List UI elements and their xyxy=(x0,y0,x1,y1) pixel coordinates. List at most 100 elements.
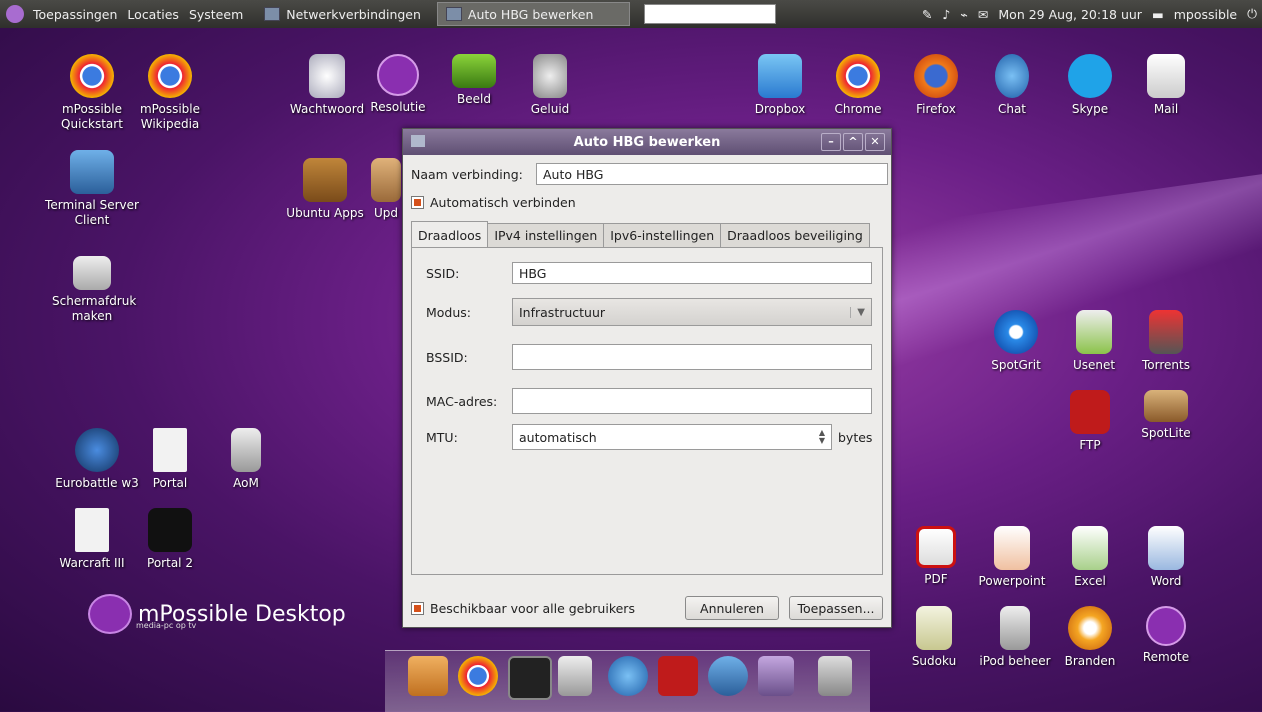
desktop-icon-word[interactable]: Word xyxy=(1126,526,1206,589)
word-icon xyxy=(1148,526,1184,570)
bssid-label: BSSID: xyxy=(426,349,468,365)
desktop-icon-chrome[interactable]: Chrome xyxy=(818,54,898,117)
icon-label: Powerpoint xyxy=(978,574,1046,588)
close-button[interactable]: ✕ xyxy=(865,133,885,151)
desktop-icon-dropbox[interactable]: Dropbox xyxy=(740,54,820,117)
desktop-icon-update[interactable]: Upd xyxy=(366,158,406,221)
powerpoint-icon xyxy=(994,526,1030,570)
power-icon[interactable]: ⏻ xyxy=(1247,6,1257,22)
bssid-input[interactable] xyxy=(512,344,872,370)
desktop-icon-screenshot[interactable]: Schermafdruk maken xyxy=(52,256,136,324)
mac-address-input[interactable] xyxy=(512,388,872,414)
ubuntu-logo-icon[interactable] xyxy=(6,5,24,23)
desktop-icon-remote[interactable]: Remote xyxy=(1126,606,1206,665)
desktop-icon-sudoku[interactable]: Sudoku xyxy=(894,606,974,669)
menu-system[interactable]: Systeem xyxy=(184,7,248,22)
desktop-icon-eurobattle[interactable]: Eurobattle w3 xyxy=(52,428,142,491)
desktop-icon-quickstart[interactable]: mPossible Quickstart xyxy=(52,54,132,132)
volume-icon[interactable]: ♪ xyxy=(942,7,950,22)
tab-wireless-security[interactable]: Draadloos beveiliging xyxy=(720,223,870,247)
dock-chrome-icon[interactable] xyxy=(458,656,498,696)
icon-label: PDF xyxy=(924,572,948,586)
connection-name-input[interactable]: Auto HBG xyxy=(536,163,888,185)
desktop-icon-portal2[interactable]: Portal 2 xyxy=(130,508,210,571)
all-users-row[interactable]: Beschikbaar voor alle gebruikers xyxy=(411,601,635,616)
all-users-checkbox[interactable] xyxy=(411,602,424,615)
desktop-icon-powerpoint[interactable]: Powerpoint xyxy=(968,526,1056,589)
tab-ipv6[interactable]: Ipv6-instellingen xyxy=(603,223,722,247)
desktop-icon-portal[interactable]: Portal xyxy=(130,428,210,491)
tab-ipv4[interactable]: IPv4 instellingen xyxy=(487,223,605,247)
desktop-icon-terminal-server[interactable]: Terminal Server Client xyxy=(42,150,142,228)
auto-connect-row[interactable]: Automatisch verbinden xyxy=(411,195,576,210)
maximize-button[interactable]: ^ xyxy=(843,133,863,151)
desktop-icon-torrents[interactable]: Torrents xyxy=(1126,310,1206,373)
dock-network-icon[interactable] xyxy=(758,656,794,696)
clean-icon[interactable]: ✎ xyxy=(922,7,932,22)
eurobattle-icon xyxy=(75,428,119,472)
desktop-icon-firefox[interactable]: Firefox xyxy=(896,54,976,117)
dock-ipod-icon[interactable] xyxy=(558,656,592,696)
chat-status-icon[interactable]: ▬ xyxy=(1152,7,1164,22)
firefox-icon xyxy=(914,54,958,98)
desktop-icon-excel[interactable]: Excel xyxy=(1050,526,1130,589)
desktop-icon-warcraft[interactable]: Warcraft III xyxy=(52,508,132,571)
icon-label: Warcraft III xyxy=(59,556,125,570)
apply-button[interactable]: Toepassen... xyxy=(789,596,883,620)
desktop-icon-skype[interactable]: Skype xyxy=(1050,54,1130,117)
desktop-icon-chat[interactable]: Chat xyxy=(972,54,1052,117)
dialog-titlebar[interactable]: Auto HBG bewerken – ^ ✕ xyxy=(403,129,891,155)
search-input[interactable] xyxy=(643,4,776,24)
desktop-icon-display[interactable]: Beeld xyxy=(434,54,514,107)
icon-label: Branden xyxy=(1064,654,1116,668)
desktop-icon-spotlite[interactable]: SpotLite xyxy=(1126,390,1206,441)
task-edit-auto-hbg[interactable]: Auto HBG bewerken xyxy=(436,2,630,26)
desktop-icon-burn[interactable]: Branden xyxy=(1050,606,1130,669)
minimize-button[interactable]: – xyxy=(821,133,841,151)
mac-label: MAC-adres: xyxy=(426,393,498,409)
desktop-icon-ubuntu-apps[interactable]: Ubuntu Apps xyxy=(280,158,370,221)
ipod-icon xyxy=(1000,606,1030,650)
cancel-button[interactable]: Annuleren xyxy=(685,596,779,620)
icon-label: SpotGrit xyxy=(991,358,1041,372)
icon-label: Chrome xyxy=(834,102,882,116)
desktop-icon-wikipedia[interactable]: mPossible Wikipedia xyxy=(130,54,210,132)
desktop-icon-ipod[interactable]: iPod beheer xyxy=(970,606,1060,669)
dock-chat-icon[interactable] xyxy=(608,656,648,696)
dock-monitor-icon[interactable] xyxy=(708,656,748,696)
sudoku-icon xyxy=(916,606,952,650)
ssid-input[interactable]: HBG xyxy=(512,262,872,284)
tab-wireless[interactable]: Draadloos xyxy=(411,221,489,248)
dock-anchor-icon[interactable] xyxy=(408,656,448,696)
network-icon xyxy=(411,135,425,147)
ssid-row: SSID: HBG xyxy=(426,262,872,284)
desktop-icon-sound[interactable]: Geluid xyxy=(510,54,590,117)
desktop-icon-usenet[interactable]: Usenet xyxy=(1054,310,1134,373)
aom-icon xyxy=(231,428,261,472)
menu-places[interactable]: Locaties xyxy=(122,7,184,22)
icon-label: Terminal Server Client xyxy=(45,198,139,227)
desktop-icon-mail[interactable]: Mail xyxy=(1126,54,1206,117)
mail-icon[interactable]: ✉ xyxy=(978,7,988,22)
task-network-connections[interactable]: Netwerkverbindingen xyxy=(256,3,429,25)
spinner-arrows-icon[interactable]: ▲ ▼ xyxy=(819,429,825,445)
dock-terminal-icon[interactable] xyxy=(508,656,552,700)
clock[interactable]: Mon 29 Aug, 20:18 uur xyxy=(998,7,1142,22)
user-name[interactable]: mpossible xyxy=(1174,7,1237,22)
auto-connect-checkbox[interactable] xyxy=(411,196,424,209)
menu-applications[interactable]: Toepassingen xyxy=(28,7,122,22)
desktop-icon-ftp[interactable]: FTP xyxy=(1050,390,1130,453)
desktop-icon-resolution[interactable]: Resolutie xyxy=(358,54,438,115)
icon-label: AoM xyxy=(233,476,259,490)
desktop-icon-pdf[interactable]: PDF xyxy=(896,526,976,587)
mode-select[interactable]: Infrastructuur ▼ xyxy=(512,298,872,326)
dock-trash-icon[interactable] xyxy=(818,656,852,696)
ubuntu-apps-icon xyxy=(303,158,347,202)
dock-filezilla-icon[interactable] xyxy=(658,656,698,696)
all-users-label: Beschikbaar voor alle gebruikers xyxy=(430,601,635,616)
wireless-icon[interactable]: ⌁ xyxy=(960,7,968,22)
desktop-icon-aom[interactable]: AoM xyxy=(206,428,286,491)
chrome-icon xyxy=(148,54,192,98)
desktop-icon-spotgrit[interactable]: SpotGrit xyxy=(976,310,1056,373)
mtu-spinbox[interactable]: automatisch ▲ ▼ xyxy=(512,424,832,450)
